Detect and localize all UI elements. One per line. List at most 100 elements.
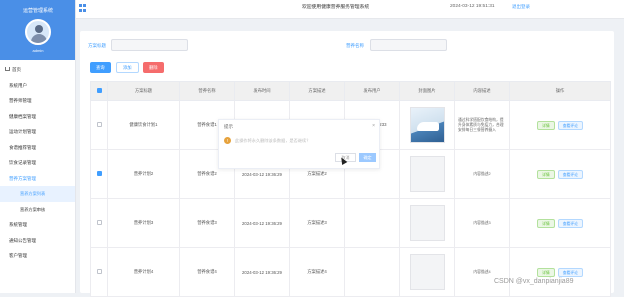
sidebar-menu: 首页系统用户营养师管理健康档案管理 运动计划管理 食谱推荐管理饮食记录管理营养方案管…: [0, 62, 75, 264]
column-header: 发布用户: [344, 81, 400, 101]
content-desc-cell: 通过科学搭配饮食结构，提升身体素质与免疫力，合理安排每日三餐营养摄入: [454, 100, 510, 150]
sidebar-item-label: 营养方案审核: [20, 206, 46, 212]
sidebar-item-label: 食谱推荐管理: [9, 144, 36, 150]
sidebar-item-label: 营养师管理: [9, 98, 32, 103]
comments-button[interactable]: 查看评论: [557, 120, 583, 130]
sidebar-item[interactable]: 通知公告管理: [0, 233, 75, 249]
sidebar-item-label: 客户管理: [9, 253, 27, 258]
content-text: 内容描述2: [473, 171, 491, 176]
publish-time-cell: 2024-03-12 19:36:29: [234, 247, 290, 297]
sidebar-item-label: 营养方案管理: [9, 175, 36, 181]
name-filter-input[interactable]: [370, 39, 447, 51]
row-checkbox-cell[interactable]: [90, 149, 108, 199]
sidebar-item[interactable]: 营养方案管理: [0, 171, 75, 187]
plan-desc-cell: 方案描述4: [289, 247, 345, 297]
dialog-confirm-button[interactable]: 确定: [359, 153, 376, 162]
sidebar-item[interactable]: 首页: [0, 62, 75, 78]
content-text: 通过科学搭配饮食结构，提升身体素质与免疫力，合理安排每日三餐营养摄入: [458, 117, 504, 132]
title-filter-label: 方案标题: [88, 43, 106, 48]
system-title: 欢迎使用健康营养服务管理系统: [302, 5, 370, 10]
warning-icon: !: [224, 137, 231, 144]
content-desc-cell: 内容描述2: [454, 149, 510, 199]
sidebar-item[interactable]: 饮食记录管理: [0, 155, 75, 171]
row-checkbox-cell[interactable]: [90, 247, 108, 297]
cover-image[interactable]: [409, 205, 445, 241]
row-checkbox[interactable]: [96, 220, 102, 225]
dialog-message: 此操作将永久删除该条数据，是否继续？: [235, 138, 311, 143]
view-button[interactable]: 详情: [537, 267, 555, 277]
nutrition-name-cell: 营养食谱3: [179, 198, 235, 248]
actions-cell: 详情 查看评论: [509, 247, 611, 297]
name-filter-label: 营养名称: [346, 43, 364, 48]
sidebar-item-label: 健康档案管理: [9, 113, 36, 119]
app-title: 运营管理系统: [22, 8, 53, 14]
cover-image-cell: [399, 247, 455, 297]
content-text: 内容描述3: [473, 220, 491, 225]
cover-image-cell: [399, 100, 455, 150]
sidebar-item-label: 系统管理: [9, 222, 27, 227]
top-bar: 欢迎使用健康营养服务管理系统 2024-03-12 19:51:31 退出登录: [76, 0, 624, 19]
row-checkbox-cell[interactable]: [90, 100, 108, 150]
sidebar-item[interactable]: 系统用户: [0, 78, 75, 94]
menu-grid-icon[interactable]: [79, 4, 87, 12]
plan-title-cell: 健康饮食计划1: [107, 100, 180, 150]
sidebar-item-label: 通知公告管理: [9, 237, 36, 243]
sidebar-item[interactable]: 健康档案管理: [0, 109, 75, 125]
sidebar-item[interactable]: 营养师管理: [0, 93, 75, 109]
publisher-cell: [344, 247, 400, 297]
table-row[interactable]: 营养计划3 营养食谱3 2024-03-12 19:36:29 方案描述3 内容描述3 详…: [90, 198, 611, 248]
row-checkbox-cell[interactable]: [90, 198, 108, 248]
sidebar-item-label: 系统用户: [9, 82, 27, 88]
content-desc-cell: 内容描述3: [454, 198, 510, 248]
sidebar-item[interactable]: 食谱推荐管理: [0, 140, 75, 156]
cover-image[interactable]: [409, 156, 445, 192]
plan-title-cell: 营养计划2: [107, 149, 180, 199]
sidebar-item[interactable]: 营养方案审核: [0, 202, 75, 218]
column-header: 营养名称: [179, 81, 235, 101]
publish-time-cell: 2024-03-12 19:36:29: [234, 198, 290, 248]
comments-button[interactable]: 查看评论: [557, 218, 583, 228]
sidebar-item[interactable]: 营养方案列表: [0, 186, 75, 202]
cover-image[interactable]: [409, 254, 445, 290]
search-button[interactable]: 查询: [90, 62, 111, 73]
table-row[interactable]: 营养计划4 营养食谱4 2024-03-12 19:36:29 方案描述4 内容描述4 详…: [90, 247, 611, 297]
sidebar-item[interactable]: 客户管理: [0, 248, 75, 264]
publisher-cell: [344, 198, 400, 248]
row-checkbox[interactable]: [96, 269, 102, 274]
add-button[interactable]: 添加: [116, 62, 139, 73]
column-header: 发布时间: [234, 81, 290, 101]
content-desc-cell: 内容描述4: [454, 247, 510, 297]
column-header: 操作: [509, 81, 611, 101]
sidebar-item-label: 营养方案列表: [20, 191, 46, 196]
actions-cell: 详情 查看评论: [509, 100, 611, 150]
actions-cell: 详情 查看评论: [509, 198, 611, 248]
content-text: 内容描述4: [473, 269, 491, 274]
cover-image[interactable]: [409, 107, 445, 143]
sidebar-item[interactable]: 系统管理: [0, 217, 75, 233]
sidebar-item-label: 运动计划管理: [9, 129, 36, 134]
home-icon: [5, 67, 10, 71]
sidebar-item-label: 首页: [12, 67, 21, 72]
delete-button[interactable]: 删除: [143, 62, 164, 73]
row-checkbox[interactable]: [96, 171, 102, 176]
sidebar: 运营管理系统 admin 首页 系统用户 营养师管理 健康档案管理 运动计划管理 食谱推荐…: [0, 0, 76, 293]
table-header-row: 方案标题 营养名称 发布时间 方案描述 发布用户 封面图片 内容描述 操作: [90, 81, 611, 101]
data-table: 方案标题 营养名称 发布时间 方案描述 发布用户 封面图片 内容描述 操作 健康饮食计划1 营养…: [90, 81, 611, 297]
close-icon[interactable]: ×: [372, 123, 375, 129]
avatar[interactable]: [25, 19, 51, 45]
title-filter-input[interactable]: [111, 39, 188, 51]
column-header: 方案描述: [289, 81, 345, 101]
row-checkbox[interactable]: [96, 122, 102, 127]
view-button[interactable]: 详情: [537, 169, 555, 179]
datetime-display: 2024-03-12 19:51:31: [450, 4, 495, 9]
view-button[interactable]: 详情: [537, 218, 555, 228]
column-header: 封面图片: [399, 81, 455, 101]
select-all-checkbox[interactable]: [96, 88, 102, 93]
comments-button[interactable]: 查看评论: [557, 169, 583, 179]
plan-title-cell: 营养计划4: [107, 247, 180, 297]
comments-button[interactable]: 查看评论: [557, 267, 583, 277]
logout-link[interactable]: 退出登录: [512, 4, 530, 10]
sidebar-item[interactable]: 运动计划管理: [0, 124, 75, 140]
view-button[interactable]: 详情: [537, 120, 555, 130]
select-all-checkbox-cell[interactable]: [90, 81, 108, 101]
